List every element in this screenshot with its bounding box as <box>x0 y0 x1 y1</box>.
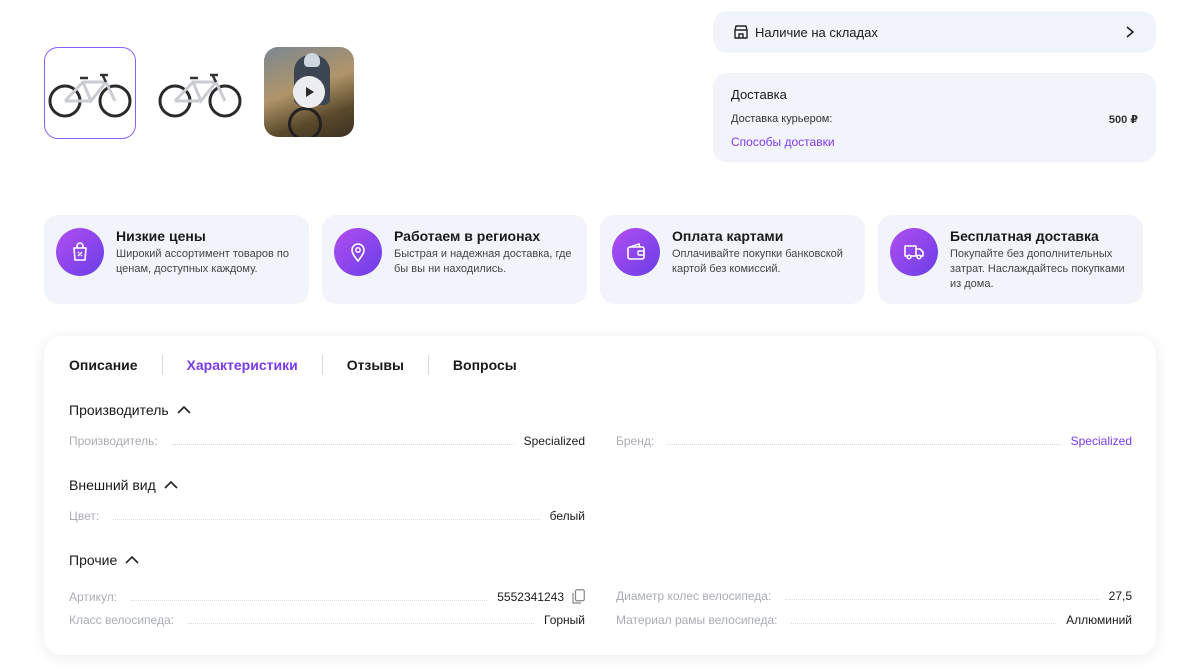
spec-key: Артикул: <box>69 590 118 604</box>
bike-image <box>158 73 242 118</box>
spec-row-bike-class: Класс велосипеда: Горный <box>69 613 585 627</box>
product-details-card: Описание Характеристики Отзывы Вопросы П… <box>44 336 1156 655</box>
truck-icon <box>890 228 938 276</box>
spec-row-brand: Бренд: Specialized <box>616 434 1132 448</box>
feature-title: Бесплатная доставка <box>950 228 1099 244</box>
thumbnail-bike-photo-1[interactable] <box>44 47 136 139</box>
spec-key: Класс велосипеда: <box>69 613 174 627</box>
feature-text: Быстрая и надежная доставка, где бы вы н… <box>394 248 572 275</box>
feature-text: Оплачивайте покупки банковской картой бе… <box>672 248 843 275</box>
section-other-toggle[interactable]: Прочие <box>69 552 139 568</box>
spec-value: 27,5 <box>1108 589 1132 603</box>
play-icon[interactable] <box>293 76 325 108</box>
spec-value: белый <box>549 509 585 523</box>
spec-row-color: Цвет: белый <box>69 509 585 523</box>
delivery-title: Доставка <box>731 87 787 102</box>
section-title: Производитель <box>69 402 169 418</box>
courier-label: Доставка курьером: <box>731 113 833 125</box>
spec-value: Specialized <box>523 434 585 448</box>
dotted-leader <box>791 623 1057 624</box>
tab-reviews[interactable]: Отзывы <box>347 357 404 373</box>
chevron-up-icon <box>177 405 191 414</box>
delivery-panel: Доставка Доставка курьером: 500 ₽ Способ… <box>713 73 1156 162</box>
feature-text: Покупайте без дополнительных затрат. Нас… <box>950 248 1125 290</box>
feature-regions: Работаем в регионах Быстрая и надежная д… <box>322 215 587 304</box>
thumbnail-strip <box>44 47 354 139</box>
product-tabs: Описание Характеристики Отзывы Вопросы <box>69 336 1131 394</box>
tab-questions[interactable]: Вопросы <box>453 357 517 373</box>
features-row: Низкие цены Широкий ассортимент товаров … <box>44 215 1143 304</box>
section-title: Внешний вид <box>69 477 156 493</box>
courier-delivery-row: Доставка курьером: 500 ₽ <box>731 113 1138 126</box>
spec-value: Аллюминий <box>1066 613 1132 627</box>
copy-icon[interactable] <box>572 589 585 604</box>
dotted-leader <box>171 444 514 445</box>
spec-key: Материал рамы велосипеда: <box>616 613 778 627</box>
wheel-image <box>288 107 322 137</box>
chevron-right-icon <box>1126 26 1135 38</box>
delivery-methods-link[interactable]: Способы доставки <box>731 135 1138 149</box>
spec-key: Диаметр колес велосипеда: <box>616 589 772 603</box>
spec-row-frame-material: Материал рамы велосипеда: Аллюминий <box>616 613 1132 627</box>
tab-divider <box>427 355 429 375</box>
dotted-leader <box>131 600 488 601</box>
store-icon <box>734 25 748 39</box>
location-pin-icon <box>334 228 382 276</box>
spec-row-wheel-diameter: Диаметр колес велосипеда: 27,5 <box>616 589 1132 603</box>
tab-divider <box>321 355 323 375</box>
spec-key: Производитель: <box>69 434 158 448</box>
tab-description[interactable]: Описание <box>69 357 138 373</box>
section-title: Прочие <box>69 552 118 568</box>
spec-key: Бренд: <box>616 434 655 448</box>
feature-card-payment: Оплата картами Оплачивайте покупки банко… <box>600 215 865 304</box>
tab-divider <box>161 355 163 375</box>
tab-characteristics[interactable]: Характеристики <box>187 357 298 373</box>
feature-title: Работаем в регионах <box>394 228 541 244</box>
spec-row-article: Артикул: 5552341243 <box>69 589 585 604</box>
feature-low-prices: Низкие цены Широкий ассортимент товаров … <box>44 215 309 304</box>
dotted-leader <box>187 623 534 624</box>
wallet-icon <box>612 228 660 276</box>
feature-title: Низкие цены <box>116 228 206 244</box>
thumbnail-bike-photo-2[interactable] <box>154 47 246 139</box>
dotted-leader <box>113 519 540 520</box>
feature-text: Широкий ассортимент товаров по ценам, до… <box>116 248 289 275</box>
spec-value: 5552341243 <box>497 590 564 604</box>
feature-title: Оплата картами <box>672 228 784 244</box>
dotted-leader <box>785 599 1099 600</box>
bike-image <box>48 73 132 118</box>
stock-label: Наличие на складах <box>755 24 878 40</box>
chevron-up-icon <box>164 480 178 489</box>
section-manufacturer-toggle[interactable]: Производитель <box>69 402 191 418</box>
courier-price: 500 ₽ <box>1108 114 1138 126</box>
spec-key: Цвет: <box>69 509 100 523</box>
shopping-bag-icon <box>56 228 104 276</box>
feature-free-delivery: Бесплатная доставка Покупайте без дополн… <box>878 215 1143 304</box>
brand-link[interactable]: Specialized <box>1071 434 1132 448</box>
spec-row-manufacturer: Производитель: Specialized <box>69 434 585 448</box>
thumbnail-bike-video[interactable] <box>264 47 354 137</box>
chevron-up-icon <box>125 555 139 564</box>
spec-value: Горный <box>544 613 585 627</box>
dotted-leader <box>668 444 1061 445</box>
stock-availability-button[interactable]: Наличие на складах <box>713 11 1156 53</box>
section-appearance-toggle[interactable]: Внешний вид <box>69 477 178 493</box>
